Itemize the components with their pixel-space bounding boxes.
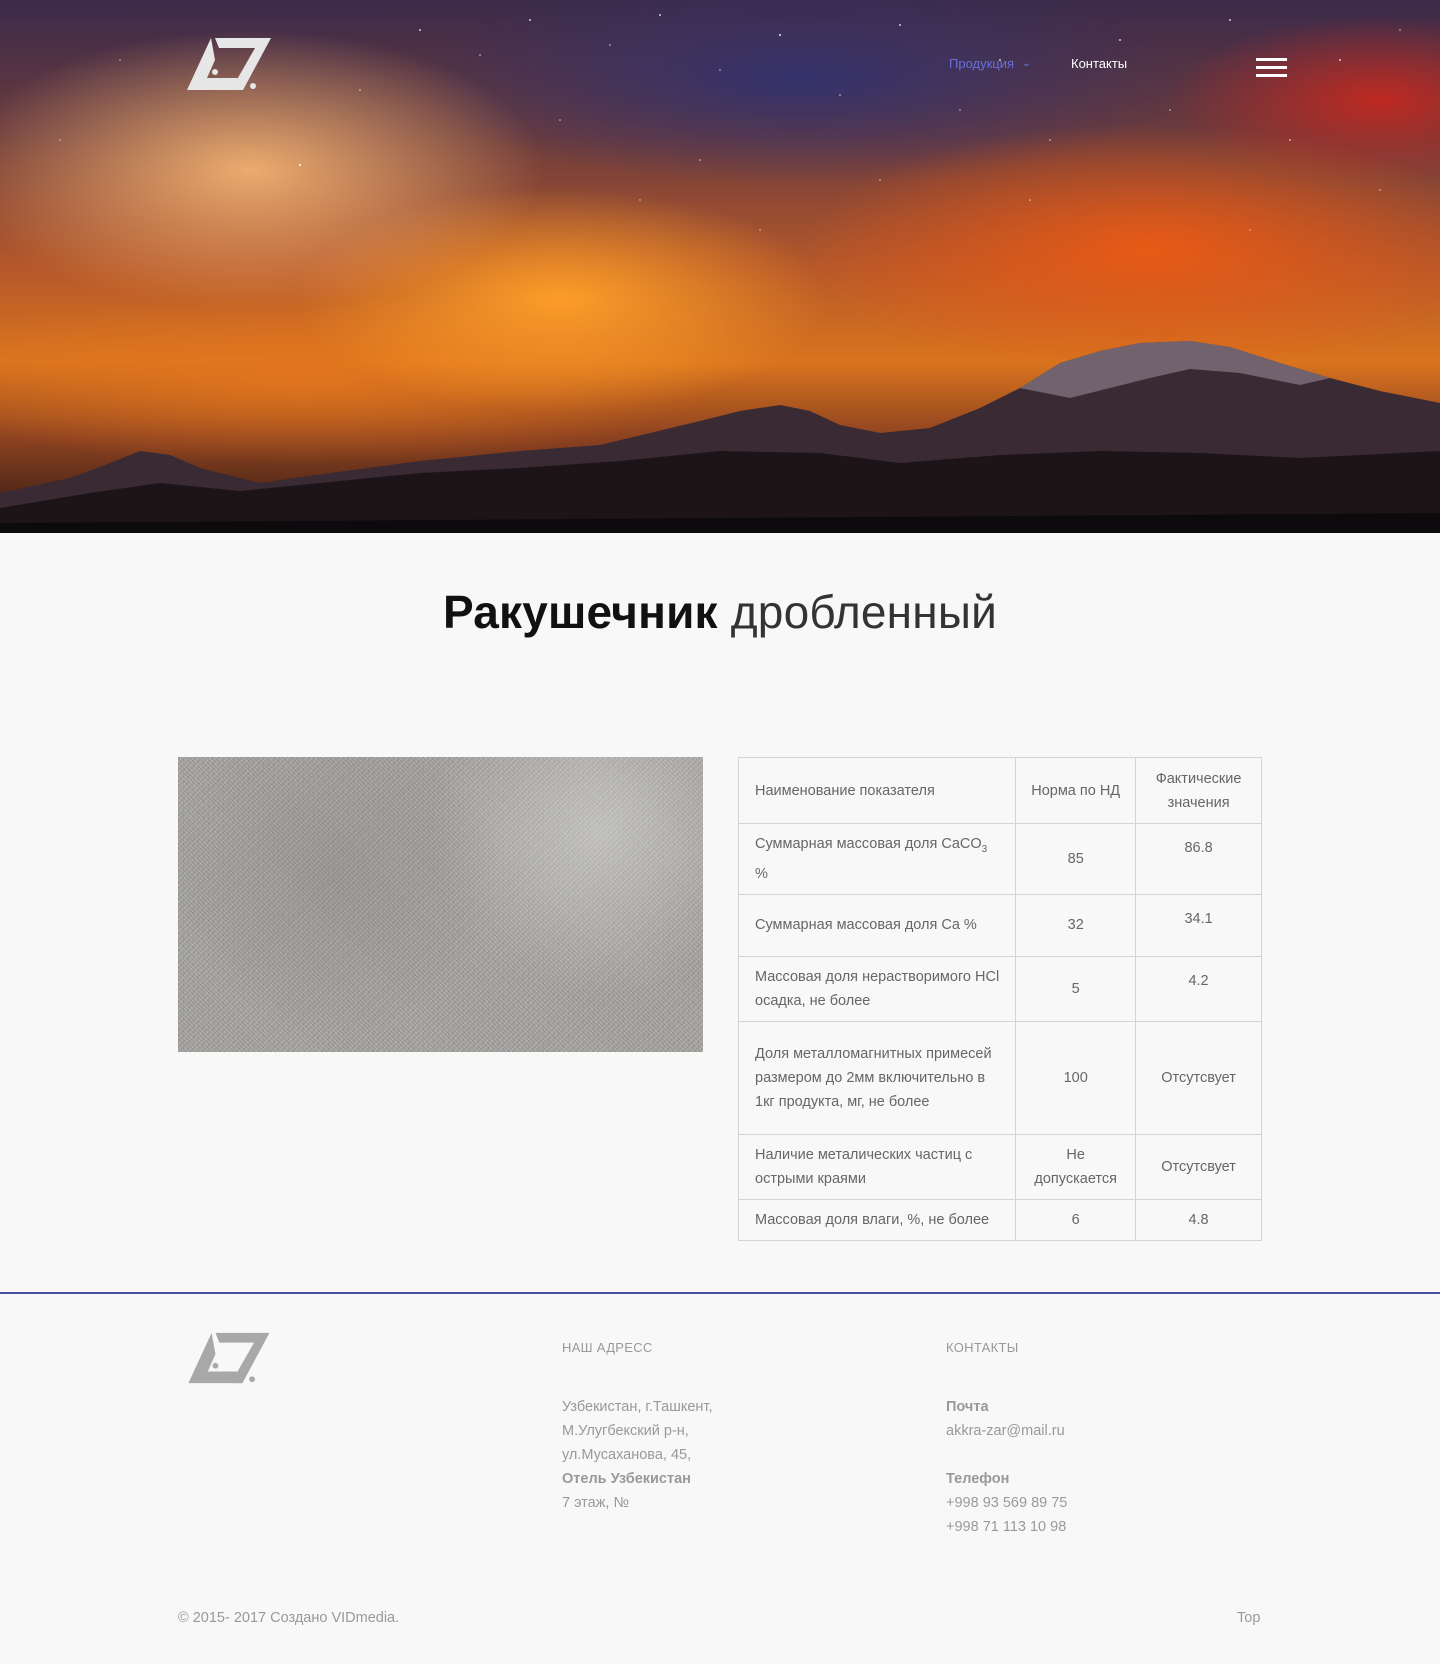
- table-row: Наличие металических частиц с острыми кр…: [737, 1133, 1262, 1200]
- contacts-block: Почта akkra-zar@mail.ru Телефон +998 93 …: [946, 1395, 1067, 1539]
- nav-item-contacts[interactable]: Контакты: [1071, 56, 1127, 71]
- table-cell-actual: 34.1: [1135, 893, 1262, 957]
- mail-link[interactable]: akkra-zar@mail.ru: [946, 1419, 1067, 1443]
- table-row: Массовая доля влаги, %, не более 6 4.8: [737, 1198, 1262, 1241]
- phone-link[interactable]: +998 93 569 89 75: [946, 1491, 1067, 1515]
- table-cell-norm: 85: [1015, 823, 1137, 895]
- mail-label: Почта: [946, 1399, 989, 1415]
- main-nav: Продукция ⌄ Контакты: [0, 56, 1440, 80]
- table-header-norm: Норма по НД: [1015, 757, 1137, 824]
- table-cell-norm: 5: [1015, 955, 1137, 1022]
- table-row: Суммарная массовая доля CaCO3 % 85 86.8: [737, 823, 1262, 895]
- table-cell-actual: 4.2: [1135, 955, 1262, 1022]
- table-row: Суммарная массовая доля Ca % 32 34.1: [737, 893, 1262, 957]
- table-row: Доля металломагнитных примесей размером …: [737, 1020, 1262, 1135]
- mountain-silhouette: [0, 341, 1440, 533]
- address-block: Узбекистан, г.Ташкент, М.Улугбекский р-н…: [562, 1395, 712, 1515]
- hero-banner: Продукция ⌄ Контакты: [0, 0, 1440, 533]
- table-cell-norm: 32: [1015, 893, 1137, 957]
- product-photo-crushed-shell-rock: [178, 757, 703, 1052]
- address-line: Узбекистан, г.Ташкент,: [562, 1399, 713, 1415]
- address-heading: НАШ АДРЕСС: [562, 1340, 653, 1355]
- table-cell-norm: 6: [1015, 1198, 1137, 1241]
- phone-link[interactable]: +998 71 113 10 98: [946, 1515, 1067, 1539]
- page-title-light: дробленный: [730, 586, 998, 638]
- table-cell-name: Доля металломагнитных примесей размером …: [737, 1020, 1017, 1135]
- table-cell-name: Наличие металических частиц с острыми кр…: [737, 1133, 1017, 1200]
- specifications-table: Наименование показателя Норма по НД Факт…: [737, 757, 1262, 1241]
- table-header-name: Наименование показателя: [737, 757, 1017, 824]
- copyright-text: © 2015- 2017 Создано VIDmedia.: [178, 1610, 400, 1626]
- a7-triangle-logo[interactable]: [185, 1331, 271, 1385]
- address-line: М.Улугбекский р-н,: [562, 1423, 689, 1439]
- address-hotel: Отель Узбекистан: [562, 1471, 691, 1487]
- page-title-bold: Ракушечник: [442, 586, 718, 638]
- address-line: 7 этаж, №: [562, 1495, 630, 1511]
- table-cell-name: Суммарная массовая доля Ca %: [737, 893, 1017, 957]
- address-line: ул.Мусаханова, 45,: [562, 1447, 692, 1463]
- contacts-heading: КОНТАКТЫ: [946, 1340, 1019, 1355]
- table-cell-actual: Отсутсвует: [1135, 1020, 1262, 1135]
- footer-divider: [0, 1292, 1440, 1294]
- table-header-row: Наименование показателя Норма по НД Факт…: [737, 757, 1262, 824]
- table-cell-actual: 86.8: [1135, 823, 1262, 895]
- table-cell-name: Массовая доля влаги, %, не более: [737, 1198, 1017, 1241]
- phone-label: Телефон: [946, 1471, 1010, 1487]
- table-cell-norm: Не допускается: [1015, 1133, 1137, 1200]
- table-row: Массовая доля нерастворимого HCl осадка,…: [737, 955, 1262, 1022]
- table-cell-name: Массовая доля нерастворимого HCl осадка,…: [737, 955, 1017, 1022]
- table-cell-name: Суммарная массовая доля CaCO3 %: [737, 823, 1017, 895]
- nav-products-label: Продукция: [949, 56, 1015, 71]
- chevron-down-icon: ⌄: [1020, 58, 1033, 69]
- table-header-actual: Фактические значения: [1135, 757, 1262, 824]
- hamburger-menu-icon[interactable]: [1256, 58, 1287, 78]
- page-title: Ракушечник дробленный: [0, 585, 1440, 639]
- back-to-top-link[interactable]: Top: [1237, 1610, 1260, 1626]
- table-cell-actual: 4.8: [1135, 1198, 1262, 1241]
- table-cell-actual: Отсутсвует: [1135, 1133, 1262, 1200]
- table-cell-norm: 100: [1015, 1020, 1137, 1135]
- nav-item-products[interactable]: Продукция ⌄: [949, 56, 1033, 71]
